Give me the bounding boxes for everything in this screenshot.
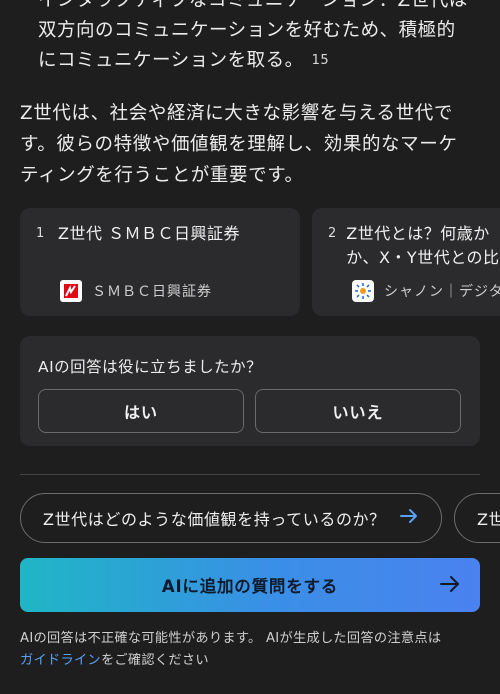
smbc-logo-icon [60, 280, 82, 302]
source-card-2[interactable]: 2 Z世代とは？何歳か か、X・Y世代との比 シャノン｜デジタル [312, 208, 500, 316]
suggestion-chip[interactable]: Z世 [454, 493, 500, 543]
answer-line: にコミュニケーションを取る。 15 [38, 46, 488, 76]
source-title: Z世代とは？何歳か [346, 224, 490, 243]
source-title: か、X・Y世代との比 [346, 248, 500, 267]
answer-line-text: にコミュニケーションを取る。 [38, 50, 304, 71]
source-number: 2 [328, 226, 337, 241]
summary-line: Z世代は、社会や経済に大きな影響を与える世代で [20, 103, 453, 124]
disclaimer-line: AIの回答は不正確な可能性があります。 AIが生成した回答の注意点は [20, 631, 442, 646]
source-site: シャノン｜デジタル [384, 284, 500, 300]
disclaimer-line-rest: をご確認ください [100, 653, 209, 668]
summary-line: す。彼らの特徴や価値観を理解し、効果的なマーケ [20, 134, 458, 155]
feedback-question: AIの回答は役に立ちましたか？ [38, 358, 263, 376]
disclaimer-line: ガイドラインをご確認ください [20, 650, 485, 672]
answer-line: 双方向のコミュニケーションを好むため、積極的 [38, 20, 456, 41]
answer-text-partial: インタラクティブなコミュニケーション：Z世代は 双方向のコミュニケーションを好む… [38, 0, 488, 76]
answer-summary: Z世代は、社会や経済に大きな影響を与える世代で す。彼らの特徴や価値観を理解し、… [20, 98, 480, 191]
citation-marker[interactable]: 15 [312, 53, 330, 68]
arrow-right-icon [399, 508, 418, 528]
source-site: ＳＭＢＣ日興証券 [92, 284, 212, 300]
feedback-panel: AIの回答は役に立ちましたか？ はい いいえ [20, 336, 480, 446]
feedback-yes-button[interactable]: はい [38, 389, 244, 433]
suggestion-label: Z世代はどのような価値観を持っているのか？ [43, 510, 386, 529]
disclaimer: AIの回答は不正確な可能性があります。 AIが生成した回答の注意点は ガイドライ… [20, 628, 485, 672]
feedback-no-button[interactable]: いいえ [255, 389, 461, 433]
shannon-logo-icon [352, 280, 374, 302]
suggestion-label: Z世 [477, 510, 500, 529]
suggestion-chips: Z世代はどのような価値観を持っているのか？ Z世 [20, 493, 500, 545]
source-number: 1 [36, 226, 45, 241]
source-card-1[interactable]: 1 Z世代 ＳＭＢＣ日興証券 ＳＭＢＣ日興証券 [20, 208, 300, 316]
source-title: Z世代 ＳＭＢＣ日興証券 [58, 224, 241, 243]
divider [20, 474, 480, 475]
ask-followup-button[interactable]: AIに追加の質問をする [20, 558, 480, 612]
guideline-link[interactable]: ガイドライン [20, 653, 101, 668]
summary-line: ティングを行うことが重要です。 [20, 165, 304, 186]
source-cards: 1 Z世代 ＳＭＢＣ日興証券 ＳＭＢＣ日興証券 2 Z世代とは？何歳か か、X・… [20, 208, 500, 318]
arrow-right-icon [440, 575, 460, 597]
suggestion-chip[interactable]: Z世代はどのような価値観を持っているのか？ [20, 493, 442, 543]
answer-line: インタラクティブなコミュニケーション：Z世代は [38, 0, 468, 11]
ask-followup-label: AIに追加の質問をする [161, 577, 339, 596]
